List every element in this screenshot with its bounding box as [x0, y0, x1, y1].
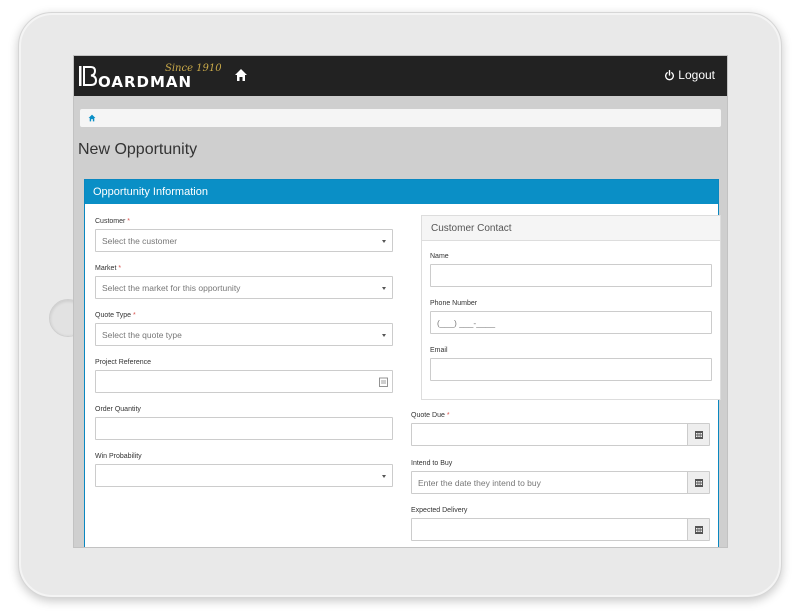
project-reference-field: Project Reference [95, 359, 393, 393]
breadcrumb [80, 109, 721, 127]
panel-title: Opportunity Information [85, 180, 718, 204]
customer-placeholder: Select the customer [102, 236, 178, 246]
intend-to-buy-placeholder: Enter the date they intend to buy [418, 478, 541, 488]
contact-name-field: Name [430, 253, 712, 287]
page-title: New Opportunity [78, 141, 198, 158]
customer-select[interactable]: Select the customer [95, 229, 393, 252]
customer-contact-box: Customer Contact Name Phone Number (___)… [421, 215, 721, 400]
contact-name-input[interactable] [430, 264, 712, 287]
required-marker: * [118, 265, 122, 272]
app-screen: Since 1910 OARDMAN Logout New Opportunit… [73, 55, 728, 548]
required-marker: * [133, 312, 136, 319]
home-icon[interactable] [88, 114, 96, 122]
intend-to-buy-input[interactable]: Enter the date they intend to buy [411, 471, 710, 494]
contact-email-field: Email [430, 347, 712, 381]
order-quantity-field: Order Quantity [95, 406, 393, 440]
quote-type-field: Quote Type * Select the quote type [95, 312, 393, 346]
calendar-icon [694, 478, 703, 487]
project-reference-label: Project Reference [95, 359, 152, 366]
customer-label: Customer [95, 218, 126, 225]
customer-contact-title: Customer Contact [422, 216, 720, 241]
order-quantity-label: Order Quantity [95, 406, 141, 413]
contact-email-input[interactable] [430, 358, 712, 381]
market-label: Market [95, 265, 117, 272]
required-marker: * [127, 218, 131, 225]
quote-type-select[interactable]: Select the quote type [95, 323, 393, 346]
quote-due-input[interactable] [411, 423, 710, 446]
calendar-icon [694, 525, 703, 534]
contact-phone-field: Phone Number (___) ___-____ [430, 300, 712, 334]
intend-to-buy-label: Intend to Buy [411, 460, 453, 467]
calendar-button[interactable] [687, 472, 709, 493]
win-probability-select[interactable] [95, 464, 393, 487]
contact-phone-label: Phone Number [430, 300, 478, 307]
clipboard-icon[interactable] [379, 377, 388, 387]
caret-down-icon [382, 240, 386, 243]
caret-down-icon [382, 287, 386, 290]
navbar: Since 1910 OARDMAN Logout [74, 56, 727, 96]
boardman-b-logo-icon [79, 66, 97, 86]
home-icon[interactable] [234, 68, 248, 82]
contact-name-label: Name [430, 253, 449, 260]
logout-label: Logout [678, 68, 715, 82]
intend-to-buy-field: Intend to Buy Enter the date they intend… [411, 460, 710, 494]
logout-button[interactable]: Logout [664, 68, 715, 82]
calendar-icon [694, 430, 703, 439]
contact-phone-input[interactable]: (___) ___-____ [430, 311, 712, 334]
expected-delivery-label: Expected Delivery [411, 507, 468, 514]
quote-due-field: Quote Due * [411, 412, 710, 446]
brand-logo[interactable]: Since 1910 OARDMAN [79, 63, 222, 91]
required-marker: * [446, 412, 450, 419]
opportunity-panel: Opportunity Information Customer * Selec… [84, 179, 721, 547]
power-icon [665, 69, 675, 80]
expected-delivery-input[interactable] [411, 518, 710, 541]
order-quantity-input[interactable] [95, 417, 393, 440]
quote-type-label: Quote Type [95, 312, 132, 319]
phone-mask: (___) ___-____ [437, 318, 496, 328]
quote-due-label: Quote Due [411, 412, 445, 419]
market-select[interactable]: Select the market for this opportunity [95, 276, 393, 299]
quote-type-placeholder: Select the quote type [102, 330, 182, 340]
market-placeholder: Select the market for this opportunity [102, 283, 241, 293]
customer-field: Customer * Select the customer [95, 218, 393, 252]
contact-email-label: Email [430, 347, 448, 354]
brand-wordmark: OARDMAN [98, 73, 193, 91]
caret-down-icon [382, 334, 386, 337]
expected-delivery-field: Expected Delivery [411, 507, 710, 541]
calendar-button[interactable] [687, 519, 709, 540]
calendar-button[interactable] [687, 424, 709, 445]
caret-down-icon [382, 475, 386, 478]
win-probability-field: Win Probability [95, 453, 393, 487]
project-reference-input[interactable] [95, 370, 393, 393]
win-probability-label: Win Probability [95, 453, 142, 460]
market-field: Market * Select the market for this oppo… [95, 265, 393, 299]
